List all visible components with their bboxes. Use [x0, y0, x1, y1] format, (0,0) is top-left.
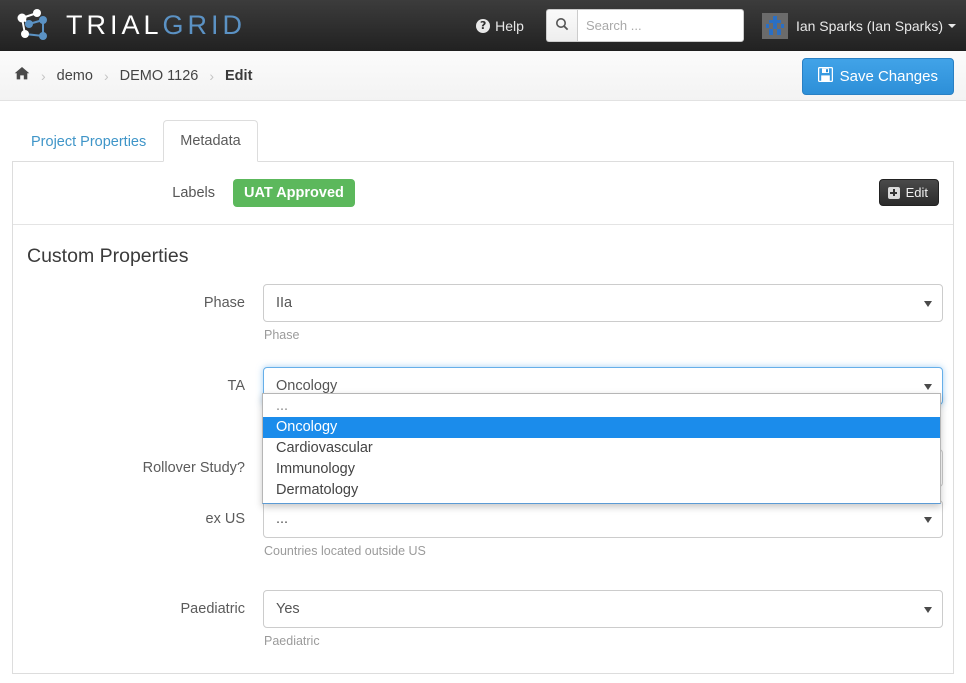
field-label-paediatric: Paediatric [180, 601, 245, 617]
save-changes-button[interactable]: Save Changes [801, 58, 954, 95]
dropdown-option-dermatology[interactable]: Dermatology [263, 480, 940, 501]
field-group-ex-us: ex US ... Countries located outside US [13, 500, 953, 558]
save-changes-label: Save Changes [839, 68, 938, 85]
chevron-down-icon [924, 517, 932, 523]
home-icon [14, 66, 30, 85]
status-badge: UAT Approved [233, 179, 355, 207]
top-navbar: TRIALGRID ? Help Search ... Ian Sparks (… [0, 0, 966, 51]
field-wrap-paediatric: Yes Paediatric [263, 590, 943, 648]
breadcrumb-item-edit: Edit [225, 67, 253, 84]
tab-project-properties[interactable]: Project Properties [14, 121, 163, 162]
field-help-paediatric: Paediatric [264, 634, 320, 648]
field-help-phase: Phase [264, 328, 300, 342]
field-group-paediatric: Paediatric Yes Paediatric [13, 590, 953, 648]
brand-name-secondary: GRID [162, 9, 247, 40]
chevron-down-icon [948, 23, 956, 28]
dropdown-option-oncology[interactable]: Oncology [263, 417, 940, 438]
breadcrumb-item-demo[interactable]: demo [57, 68, 93, 84]
question-circle-icon: ? [476, 18, 491, 33]
floppy-save-icon [817, 66, 833, 86]
dropdown-option-cardiovascular[interactable]: Cardiovascular [263, 438, 940, 459]
field-help-ex-us: Countries located outside US [264, 544, 426, 558]
trialgrid-network-logo-icon [12, 7, 54, 43]
brand-name-primary: TRIAL [66, 9, 163, 40]
page-content: Project Properties Metadata Labels UAT A… [0, 101, 966, 674]
search-input[interactable] [576, 9, 744, 42]
phase-select-value: IIa [276, 295, 293, 311]
plus-square-icon [887, 186, 900, 199]
field-label-rollover-study: Rollover Study? [142, 460, 245, 476]
field-group-phase: Phase IIa Phase [13, 284, 953, 342]
field-label-ta: TA [227, 378, 245, 394]
field-wrap-phase: IIa Phase [263, 284, 943, 342]
user-menu-button[interactable]: Ian Sparks (Ian Sparks) [761, 12, 956, 39]
tab-metadata[interactable]: Metadata [163, 120, 258, 162]
breadcrumb-separator: › [103, 67, 109, 84]
tab-bar: Project Properties Metadata [12, 119, 954, 162]
search-group [545, 9, 744, 42]
ex-us-select[interactable]: ... [263, 500, 943, 538]
breadcrumb-item-project[interactable]: DEMO 1126 [120, 68, 199, 84]
page-title: Custom Properties [27, 245, 189, 267]
identicon-avatar [761, 12, 788, 39]
phase-select[interactable]: IIa [263, 284, 943, 322]
labels-label: Labels [172, 185, 215, 201]
breadcrumb-separator: › [41, 67, 46, 84]
edit-labels-button[interactable]: Edit [878, 179, 939, 206]
search-icon [555, 17, 569, 34]
chevron-down-icon [924, 607, 932, 613]
paediatric-select[interactable]: Yes [263, 590, 943, 628]
breadcrumb: › demo › DEMO 1126 › Edit [14, 66, 252, 85]
field-label-phase: Phase [203, 295, 245, 311]
help-link[interactable]: ? Help [476, 18, 524, 34]
help-label: Help [495, 17, 524, 34]
breadcrumb-home-link[interactable] [14, 66, 30, 85]
ta-dropdown-options[interactable]: ... Oncology Cardiovascular Immunology D… [262, 393, 941, 504]
paediatric-select-value: Yes [276, 601, 300, 617]
field-wrap-ex-us: ... Countries located outside US [263, 500, 943, 558]
chevron-down-icon [924, 301, 932, 307]
ex-us-select-value: ... [276, 511, 289, 527]
brand-logo-link[interactable]: TRIALGRID [12, 7, 246, 43]
field-label-ex-us: ex US [205, 511, 246, 527]
edit-labels-label: Edit [905, 185, 928, 200]
search-button[interactable] [545, 9, 577, 42]
dropdown-option-blank[interactable]: ... [263, 396, 940, 417]
dropdown-option-immunology[interactable]: Immunology [263, 459, 940, 480]
user-name-label: Ian Sparks (Ian Sparks) [795, 17, 943, 34]
breadcrumb-bar: › demo › DEMO 1126 › Edit Save Changes [0, 51, 966, 101]
breadcrumb-separator: › [209, 67, 215, 84]
chevron-down-icon [924, 384, 932, 390]
labels-row: Labels UAT Approved Edit [13, 162, 953, 225]
ta-select-value: Oncology [276, 378, 338, 394]
navbar-right-group: ? Help Search ... Ian Sparks (Ian Sparks… [476, 0, 956, 51]
